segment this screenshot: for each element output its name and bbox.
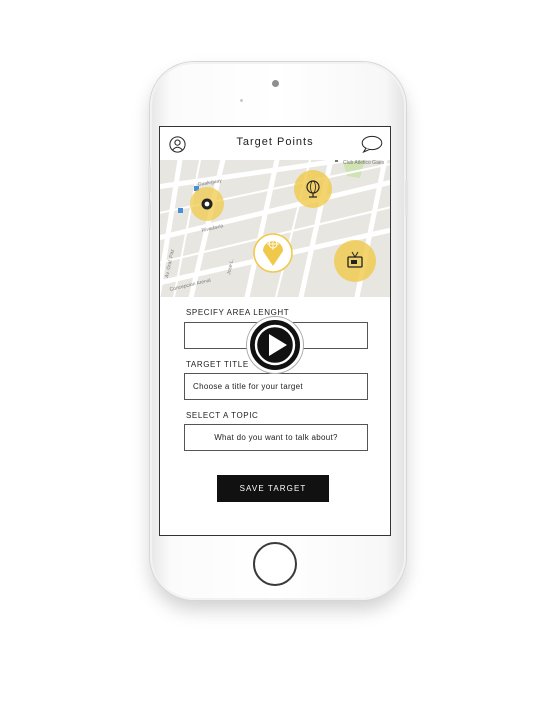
sensor-dot xyxy=(240,99,243,102)
volume-button-left-2 xyxy=(148,202,151,228)
location-crosshair-icon xyxy=(253,233,293,273)
target-title-label: TARGET TITLE xyxy=(186,360,249,369)
topic-select[interactable]: What do you want to talk about? xyxy=(184,424,368,451)
power-button xyxy=(405,180,408,216)
speech-bubble-icon[interactable] xyxy=(361,135,383,158)
map-place-label: Club Atletico Gaes xyxy=(343,160,385,166)
area-length-label: SPECIFY AREA LENGHT xyxy=(186,308,290,317)
nav-bar: Target Points xyxy=(160,127,390,160)
front-camera xyxy=(272,80,279,87)
globe-icon xyxy=(294,170,332,208)
soccer-ball-icon xyxy=(190,187,224,221)
save-target-button[interactable]: SAVE TARGET xyxy=(217,475,329,502)
map-view[interactable]: Gualeguay Rivadavia Av. Gral. Paz Concep… xyxy=(160,160,390,297)
page-title: Target Points xyxy=(236,136,314,148)
play-icon[interactable] xyxy=(247,317,303,373)
home-button[interactable] xyxy=(253,542,297,586)
target-title-input[interactable]: Choose a title for your target xyxy=(184,373,368,400)
tv-icon xyxy=(334,240,376,282)
volume-button-left xyxy=(148,166,151,192)
select-topic-label: SELECT A TOPIC xyxy=(186,411,259,420)
